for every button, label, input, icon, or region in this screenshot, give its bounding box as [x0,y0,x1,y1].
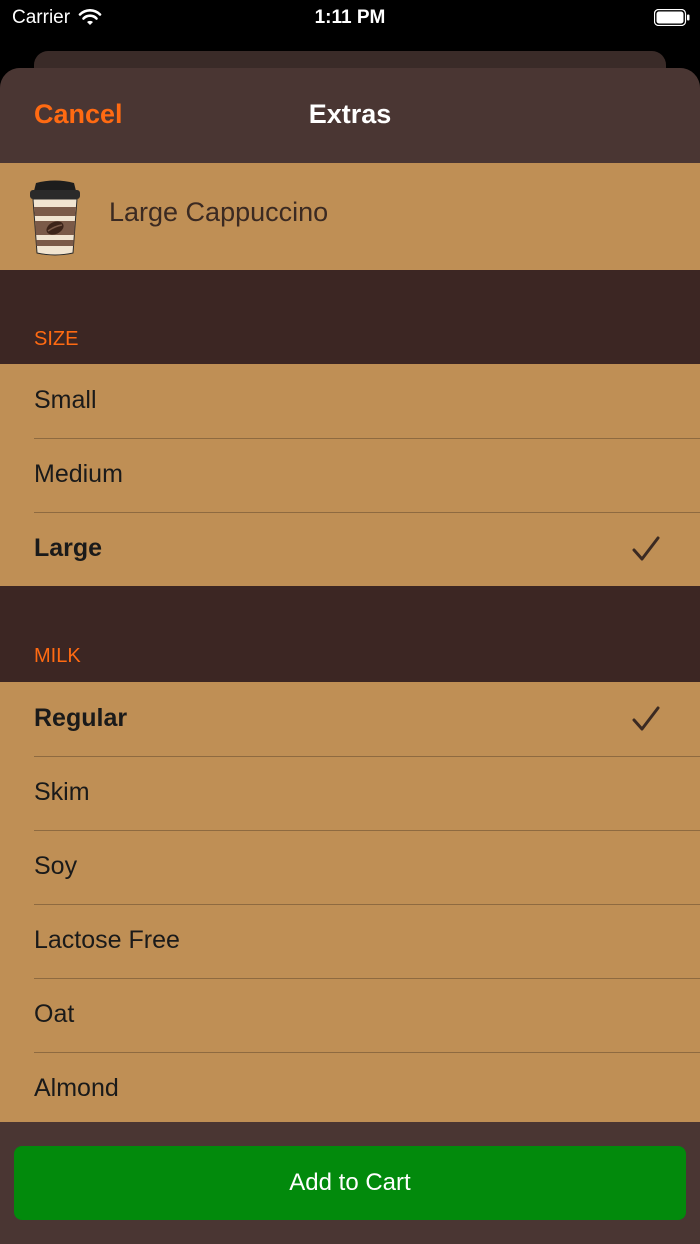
milk-option-oat[interactable]: Oat [0,978,700,1052]
coffee-cup-icon [30,180,80,256]
section-header-milk: MILK [34,645,81,667]
extras-sheet: Cancel Extras Large Cappuccino SIZE Smal… [0,68,700,1244]
option-label: Oat [34,1000,75,1028]
option-label: Large [34,534,103,562]
navigation-bar: Cancel Extras [0,68,700,163]
status-bar: Carrier 1:11 PM [0,0,700,44]
size-options: Small Medium Large [0,364,700,586]
product-row: Large Cappuccino [0,163,700,270]
status-time: 1:11 PM [314,7,386,28]
option-label: Soy [34,852,78,880]
size-option-medium[interactable]: Medium [0,438,700,512]
milk-option-almond[interactable]: Almond [0,1052,700,1126]
product-name: Large Cappuccino [109,197,329,227]
option-label: Lactose Free [34,926,180,954]
section-header-size: SIZE [34,328,79,350]
option-label: Skim [34,778,90,806]
milk-option-skim[interactable]: Skim [0,756,700,830]
add-to-cart-button[interactable]: Add to Cart [14,1146,686,1220]
checkmark-icon [632,706,660,731]
option-label: Medium [34,460,123,488]
footer: Add to Cart [0,1122,700,1244]
size-option-large[interactable]: Large [0,512,700,586]
size-option-small[interactable]: Small [0,364,700,438]
milk-option-lactose-free[interactable]: Lactose Free [0,904,700,978]
checkmark-icon [632,536,660,561]
option-label: Small [34,386,97,414]
milk-option-soy[interactable]: Soy [0,830,700,904]
milk-option-regular[interactable]: Regular [0,682,700,756]
page-title: Extras [308,99,392,129]
milk-options: Regular Skim Soy Lactose Free Oat Almond [0,682,700,1126]
battery-icon [654,9,690,26]
option-label: Regular [34,704,128,732]
option-label: Almond [34,1074,119,1102]
